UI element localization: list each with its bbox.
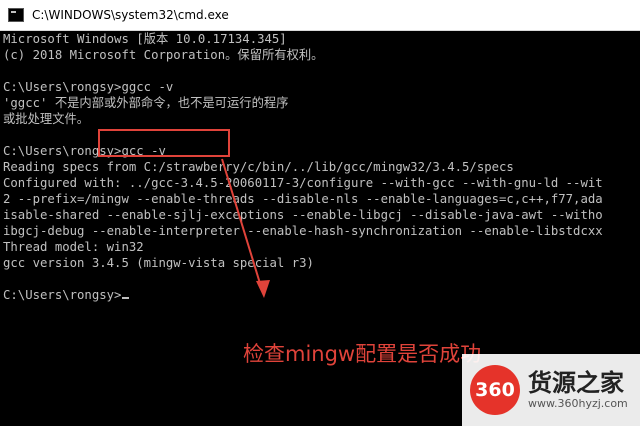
console-line: C:\Users\rongsy>ggcc -v [3,80,174,94]
console-line: 2 --prefix=/mingw --enable-threads --dis… [3,192,603,206]
console-prompt: C:\Users\rongsy> [3,288,122,302]
console-line: Configured with: ../gcc-3.4.5-20060117-3… [3,176,603,190]
console-line: Thread model: win32 [3,240,144,254]
cmd-console-icon [8,8,24,22]
watermark-name: 货源之家 [528,369,624,397]
watermark-url: www.360hyzj.com [528,397,628,410]
console-line: isable-shared --enable-sjlj-exceptions -… [3,208,603,222]
console-line: 'ggcc' 不是内部或外部命令，也不是可运行的程序 [3,96,289,110]
highlight-box-gcc-command [98,129,230,157]
watermark-badge: 360 [470,365,520,415]
cmd-window: C:\WINDOWS\system32\cmd.exe Microsoft Wi… [0,0,640,426]
text-cursor [122,297,130,299]
console-line: Microsoft Windows [版本 10.0.17134.345] [3,32,287,46]
annotation-text: 检查mingw配置是否成功 [243,342,482,366]
console-prompt-line: C:\Users\rongsy> [3,288,130,304]
console-line: (c) 2018 Microsoft Corporation。保留所有权利。 [3,48,324,62]
console-line: Reading specs from C:/strawberry/c/bin/.… [3,160,514,174]
title-bar[interactable]: C:\WINDOWS\system32\cmd.exe [0,0,640,31]
watermark-logo: 360 货源之家 www.360hyzj.com [462,354,640,426]
console-line: gcc version 3.4.5 (mingw-vista special r… [3,256,314,270]
window-title: C:\WINDOWS\system32\cmd.exe [32,8,229,22]
console-line: 或批处理文件。 [3,112,90,126]
console-line: ibgcj-debug --enable-interpreter --enabl… [3,224,603,238]
